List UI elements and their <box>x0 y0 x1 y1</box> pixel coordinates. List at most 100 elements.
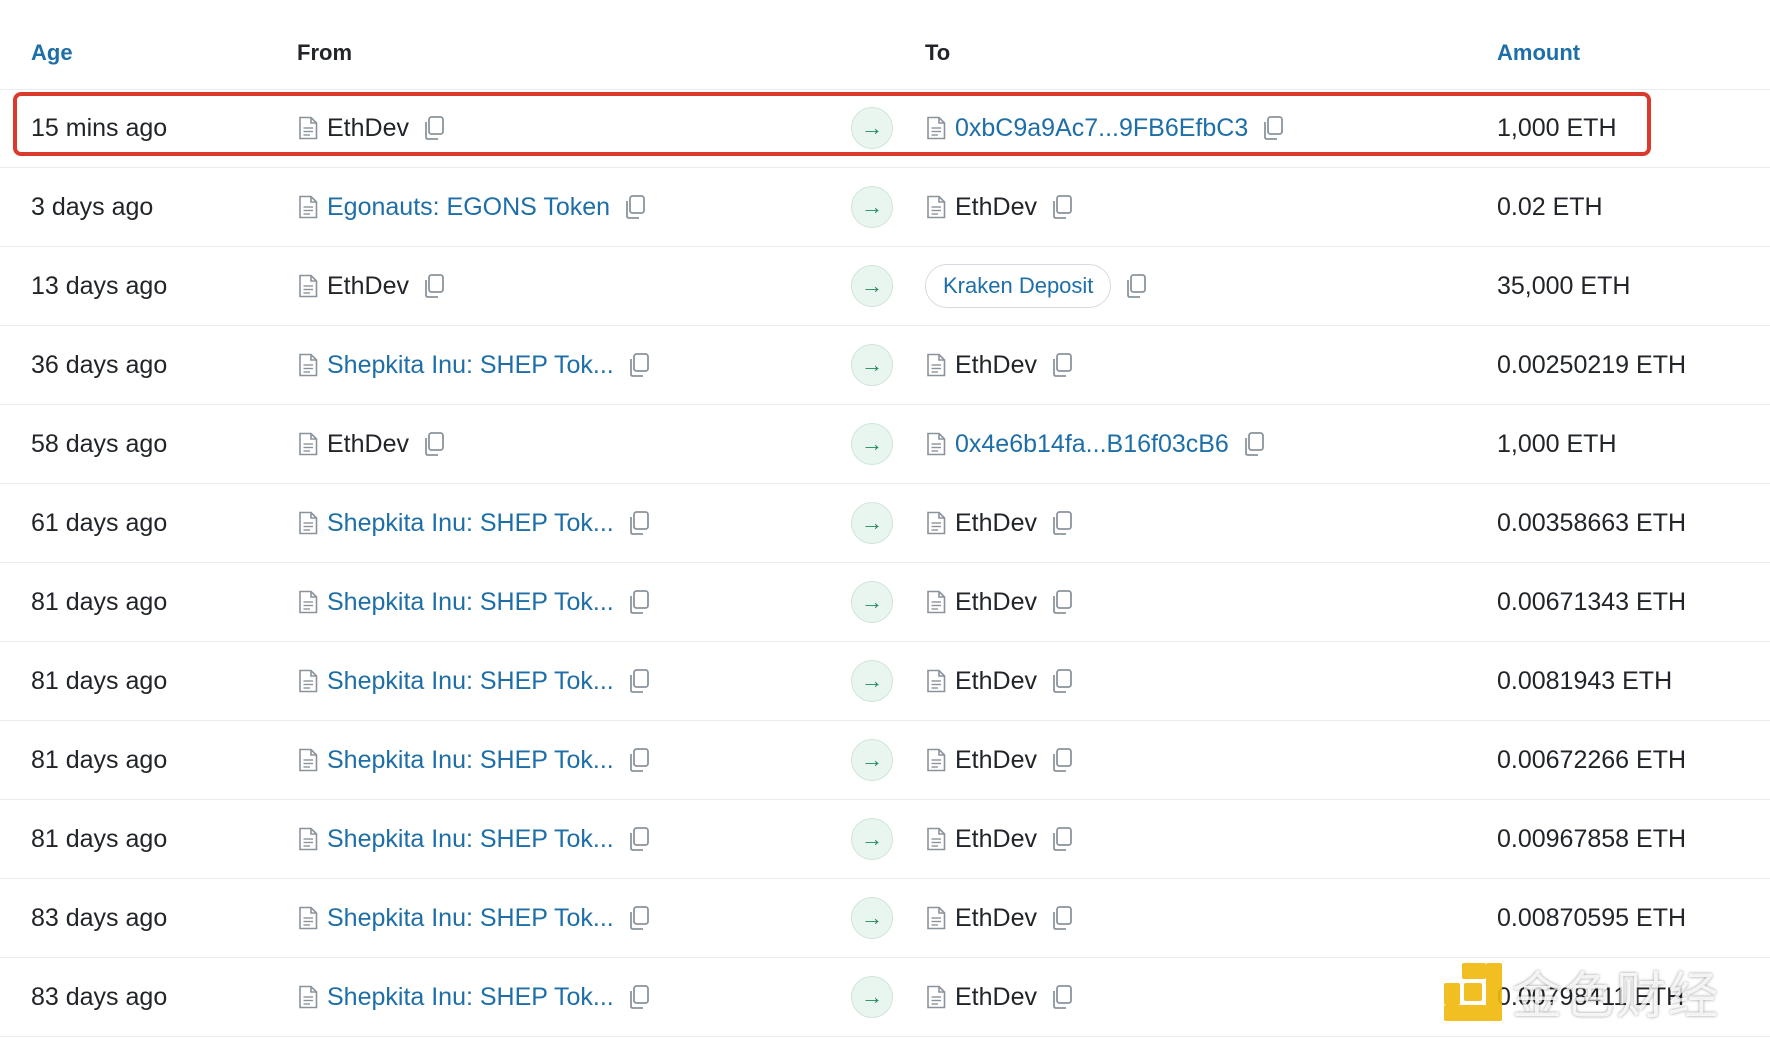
age-cell: 15 mins ago <box>31 89 167 167</box>
copy-icon[interactable] <box>1049 194 1075 220</box>
age-text: 58 days ago <box>31 429 168 458</box>
transactions-table-body: 15 mins ago EthDev → 0xbC9a9Ac7...9FB6EfbC3… <box>0 89 1770 1037</box>
from-address: EthDev <box>327 429 409 458</box>
document-icon <box>927 985 946 1009</box>
from-cell: EthDev <box>297 89 447 167</box>
document-icon <box>299 906 318 930</box>
to-address: EthDev <box>955 824 1037 853</box>
copy-icon[interactable] <box>626 826 652 852</box>
to-cell: 0xbC9a9Ac7...9FB6EfbC3 <box>925 89 1286 167</box>
amount-cell: 35,000 ETH <box>1497 247 1630 325</box>
age-text: 36 days ago <box>31 350 168 379</box>
age-text: 61 days ago <box>31 508 168 537</box>
table-row: 81 days ago Shepkita Inu: SHEP Tok... → Eth… <box>0 721 1770 800</box>
age-cell: 83 days ago <box>31 879 167 957</box>
table-row: 3 days ago Egonauts: EGONS Token → EthDev 0.… <box>0 168 1770 247</box>
table-row: 81 days ago Shepkita Inu: SHEP Tok... → Eth… <box>0 800 1770 879</box>
copy-icon[interactable] <box>1049 510 1075 536</box>
direction-cell: → <box>851 563 893 641</box>
arrow-right-icon: → <box>851 423 893 465</box>
document-icon <box>299 827 318 851</box>
copy-icon[interactable] <box>622 194 648 220</box>
from-address: EthDev <box>327 113 409 142</box>
from-cell: Shepkita Inu: SHEP Tok... <box>297 563 652 641</box>
direction-cell: → <box>851 800 893 878</box>
copy-icon[interactable] <box>1260 115 1286 141</box>
copy-icon[interactable] <box>626 668 652 694</box>
column-header-from: From <box>297 40 352 65</box>
age-cell: 81 days ago <box>31 800 167 878</box>
from-address[interactable]: Shepkita Inu: SHEP Tok... <box>327 351 614 380</box>
age-text: 13 days ago <box>31 271 168 300</box>
arrow-right-icon: → <box>851 897 893 939</box>
amount-cell: 0.00671343 ETH <box>1497 563 1686 641</box>
copy-icon[interactable] <box>626 589 652 615</box>
from-address[interactable]: Shepkita Inu: SHEP Tok... <box>327 509 614 538</box>
table-row: 36 days ago Shepkita Inu: SHEP Tok... → Eth… <box>0 326 1770 405</box>
arrow-right-icon: → <box>851 502 893 544</box>
to-cell: EthDev <box>925 326 1075 404</box>
copy-icon[interactable] <box>626 352 652 378</box>
document-icon <box>927 432 946 456</box>
arrow-right-icon: → <box>851 660 893 702</box>
document-icon <box>927 590 946 614</box>
table-row: 58 days ago EthDev → 0x4e6b14fa...B16f03cB6… <box>0 405 1770 484</box>
copy-icon[interactable] <box>421 273 447 299</box>
amount-text: 35,000 ETH <box>1497 271 1631 300</box>
document-icon <box>927 906 946 930</box>
from-address[interactable]: Shepkita Inu: SHEP Tok... <box>327 825 614 854</box>
age-text: 81 days ago <box>31 587 168 616</box>
age-text: 83 days ago <box>31 982 168 1011</box>
age-cell: 36 days ago <box>31 326 167 404</box>
amount-text: 0.00671343 ETH <box>1497 587 1687 616</box>
from-address[interactable]: Shepkita Inu: SHEP Tok... <box>327 904 614 933</box>
arrow-right-icon: → <box>851 581 893 623</box>
copy-icon[interactable] <box>626 905 652 931</box>
from-address[interactable]: Shepkita Inu: SHEP Tok... <box>327 983 614 1012</box>
document-icon <box>299 353 318 377</box>
document-icon <box>927 748 946 772</box>
copy-icon[interactable] <box>626 984 652 1010</box>
from-address[interactable]: Shepkita Inu: SHEP Tok... <box>327 667 614 696</box>
copy-icon[interactable] <box>1049 747 1075 773</box>
column-header-amount[interactable]: Amount <box>1497 40 1580 66</box>
copy-icon[interactable] <box>1049 668 1075 694</box>
to-cell: 0x4e6b14fa...B16f03cB6 <box>925 405 1267 483</box>
from-address[interactable]: Egonauts: EGONS Token <box>327 193 610 222</box>
copy-icon[interactable] <box>421 431 447 457</box>
document-icon <box>299 116 318 140</box>
to-address: EthDev <box>955 666 1037 695</box>
copy-icon[interactable] <box>626 510 652 536</box>
from-address[interactable]: Shepkita Inu: SHEP Tok... <box>327 746 614 775</box>
copy-icon[interactable] <box>1049 352 1075 378</box>
copy-icon[interactable] <box>1241 431 1267 457</box>
copy-icon[interactable] <box>1123 273 1149 299</box>
table-row: 13 days ago EthDev → Kraken Deposit 35,000 E… <box>0 247 1770 326</box>
to-cell: EthDev <box>925 800 1075 878</box>
to-cell: EthDev <box>925 563 1075 641</box>
document-icon <box>927 827 946 851</box>
to-address: EthDev <box>955 350 1037 379</box>
direction-cell: → <box>851 168 893 246</box>
to-address-tag[interactable]: Kraken Deposit <box>925 264 1112 308</box>
copy-icon[interactable] <box>1049 984 1075 1010</box>
watermark-logo-icon <box>1444 963 1502 1021</box>
from-address: EthDev <box>327 271 409 300</box>
copy-icon[interactable] <box>1049 905 1075 931</box>
copy-icon[interactable] <box>626 747 652 773</box>
amount-cell: 0.00250219 ETH <box>1497 326 1686 404</box>
column-header-age[interactable]: Age <box>31 40 73 66</box>
to-address[interactable]: 0xbC9a9Ac7...9FB6EfbC3 <box>955 114 1248 143</box>
copy-icon[interactable] <box>421 115 447 141</box>
document-icon <box>927 195 946 219</box>
document-icon <box>299 590 318 614</box>
document-icon <box>927 116 946 140</box>
age-text: 3 days ago <box>31 192 154 221</box>
copy-icon[interactable] <box>1049 589 1075 615</box>
from-address[interactable]: Shepkita Inu: SHEP Tok... <box>327 588 614 617</box>
copy-icon[interactable] <box>1049 826 1075 852</box>
to-address[interactable]: 0x4e6b14fa...B16f03cB6 <box>955 430 1229 459</box>
arrow-right-icon: → <box>851 739 893 781</box>
age-text: 81 days ago <box>31 824 168 853</box>
age-text: 81 days ago <box>31 745 168 774</box>
